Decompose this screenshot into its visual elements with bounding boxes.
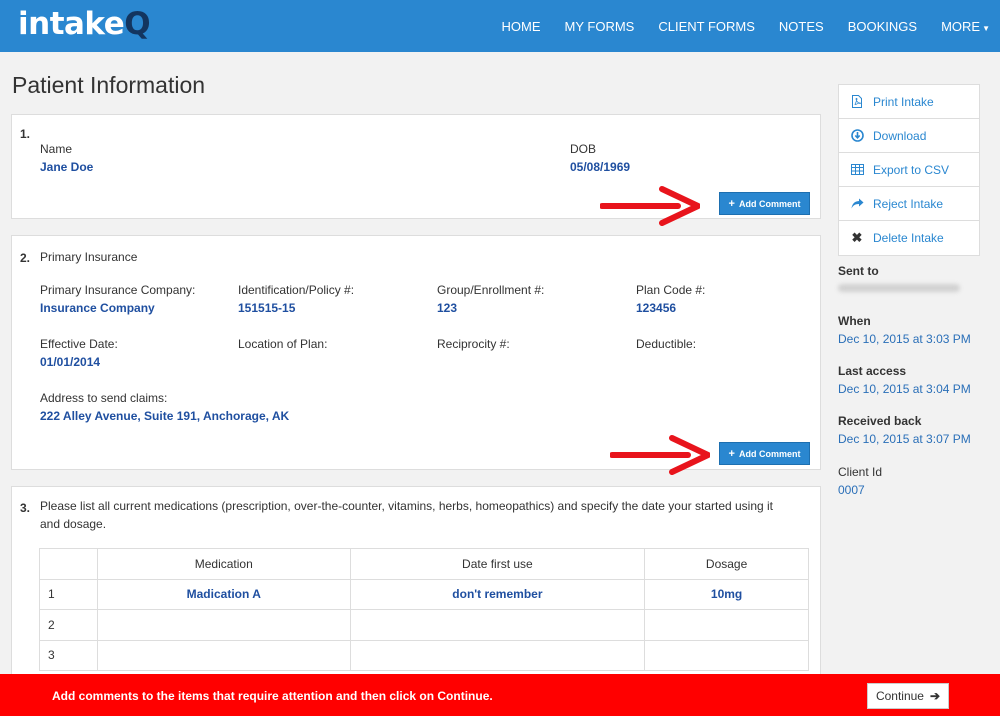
client-id-label: Client Id xyxy=(838,465,883,479)
group-enrollment-label: Group/Enrollment #: xyxy=(437,283,545,297)
when-value: Dec 10, 2015 at 3:03 PM xyxy=(838,332,971,346)
dosage-cell: 10mg xyxy=(644,578,809,610)
reject-intake-label: Reject Intake xyxy=(873,196,944,211)
download-circle-icon xyxy=(850,129,864,143)
print-intake-label: Print Intake xyxy=(873,94,934,109)
nav-client-forms[interactable]: CLIENT FORMS xyxy=(658,19,755,34)
table-row: 3 xyxy=(39,639,809,671)
dob-value: 05/08/1969 xyxy=(570,160,631,174)
medication-cell xyxy=(96,609,351,641)
share-arrow-icon xyxy=(850,197,864,211)
attention-footer-bar: Add comments to the items that require a… xyxy=(0,674,1000,716)
deductible-label: Deductible: xyxy=(636,337,697,351)
export-csv-button[interactable]: Export to CSV xyxy=(839,153,979,187)
received-back-label: Received back xyxy=(838,414,922,428)
table-header-index xyxy=(39,548,98,580)
nav-links: HOME MY FORMS CLIENT FORMS NOTES BOOKING… xyxy=(478,0,990,52)
question-number: 3. xyxy=(20,501,31,515)
effective-date-value: 01/01/2014 xyxy=(40,355,101,369)
primary-insurance-title: Primary Insurance xyxy=(40,250,138,264)
red-arrow-pointer xyxy=(610,435,710,475)
logo-text: intake xyxy=(18,6,125,42)
caret-down-icon: ▼ xyxy=(982,23,990,33)
sent-to-email-redacted xyxy=(838,284,960,292)
plus-icon: + xyxy=(728,197,735,210)
continue-button[interactable]: Continue ➔ xyxy=(867,683,949,709)
add-comment-label: Add Comment xyxy=(738,448,801,459)
nav-more-menu[interactable]: MORE ▼ xyxy=(941,19,990,34)
table-grid-icon xyxy=(850,163,864,177)
arrow-right-icon: ➔ xyxy=(929,689,941,703)
add-comment-button[interactable]: + Add Comment xyxy=(719,192,810,215)
dob-label: DOB xyxy=(570,142,597,156)
delete-intake-label: Delete Intake xyxy=(873,231,944,245)
reciprocity-label: Reciprocity #: xyxy=(437,337,510,351)
nav-home[interactable]: HOME xyxy=(502,19,541,34)
policy-number-value: 151515-15 xyxy=(238,301,296,315)
when-label: When xyxy=(838,314,871,328)
medication-cell xyxy=(96,639,351,671)
plan-code-value: 123456 xyxy=(636,301,677,315)
add-comment-button[interactable]: + Add Comment xyxy=(719,442,810,465)
dosage-cell xyxy=(644,609,809,641)
claims-address-value: 222 Alley Avenue, Suite 191, Anchorage, … xyxy=(40,409,290,423)
question-3-text-line2: and dosage. xyxy=(40,517,107,531)
nav-bookings[interactable]: BOOKINGS xyxy=(848,19,917,34)
row-index: 2 xyxy=(39,609,98,641)
intakeq-logo[interactable]: intakeQ xyxy=(18,6,151,42)
table-header-medication: Medication xyxy=(96,548,351,580)
location-of-plan-label: Location of Plan: xyxy=(238,337,328,351)
close-x-icon: ✖ xyxy=(851,230,863,245)
download-button[interactable]: Download xyxy=(839,119,979,153)
insurance-company-label: Primary Insurance Company: xyxy=(40,283,196,297)
name-label: Name xyxy=(40,142,73,156)
logo-accent: Q xyxy=(124,6,151,42)
table-header-date-first-use: Date first use xyxy=(349,548,646,580)
table-row: 2 xyxy=(39,609,809,641)
name-value: Jane Doe xyxy=(40,160,94,174)
medication-cell: Madication A xyxy=(96,578,351,610)
date-first-use-cell xyxy=(349,639,646,671)
question-number: 1. xyxy=(20,127,31,141)
continue-label: Continue xyxy=(875,689,924,703)
footer-message: Add comments to the items that require a… xyxy=(52,689,493,703)
medications-table: Medication Date first use Dosage 1 Madic… xyxy=(39,548,809,671)
plan-code-label: Plan Code #: xyxy=(636,283,706,297)
table-header-dosage: Dosage xyxy=(644,548,809,580)
question-number: 2. xyxy=(20,251,31,265)
export-csv-label: Export to CSV xyxy=(873,162,950,177)
claims-address-label: Address to send claims: xyxy=(40,391,168,405)
print-intake-button[interactable]: Print Intake xyxy=(839,85,979,119)
nav-more-label: MORE xyxy=(941,18,981,34)
table-header-row: Medication Date first use Dosage xyxy=(39,548,809,580)
effective-date-label: Effective Date: xyxy=(40,337,118,351)
date-first-use-cell: don't remember xyxy=(349,578,646,610)
dosage-cell xyxy=(644,639,809,671)
client-id-value: 0007 xyxy=(838,483,865,497)
page-title: Patient Information xyxy=(12,72,206,98)
reject-intake-button[interactable]: Reject Intake xyxy=(839,187,979,221)
intake-actions-panel: Print Intake Download Export to CSV Reje… xyxy=(838,84,980,256)
insurance-company-value: Insurance Company xyxy=(40,301,155,315)
sent-to-label: Sent to xyxy=(838,264,879,278)
pdf-file-icon xyxy=(850,95,864,109)
add-comment-label: Add Comment xyxy=(738,198,801,209)
top-navbar: intakeQ HOME MY FORMS CLIENT FORMS NOTES… xyxy=(0,0,1000,52)
delete-intake-button[interactable]: ✖ Delete Intake xyxy=(839,221,979,255)
date-first-use-cell xyxy=(349,609,646,641)
nav-notes[interactable]: NOTES xyxy=(779,19,824,34)
table-row: 1 Madication A don't remember 10mg xyxy=(39,578,809,610)
nav-my-forms[interactable]: MY FORMS xyxy=(565,19,635,34)
download-label: Download xyxy=(873,128,927,143)
red-arrow-pointer xyxy=(600,186,700,226)
last-access-label: Last access xyxy=(838,364,907,378)
policy-number-label: Identification/Policy #: xyxy=(238,283,355,297)
group-enrollment-value: 123 xyxy=(437,301,458,315)
plus-icon: + xyxy=(728,447,735,460)
received-back-value: Dec 10, 2015 at 3:07 PM xyxy=(838,432,971,446)
row-index: 1 xyxy=(39,578,98,610)
row-index: 3 xyxy=(39,639,98,671)
question-3-text-line1: Please list all current medications (pre… xyxy=(40,499,774,513)
last-access-value: Dec 10, 2015 at 3:04 PM xyxy=(838,382,971,396)
